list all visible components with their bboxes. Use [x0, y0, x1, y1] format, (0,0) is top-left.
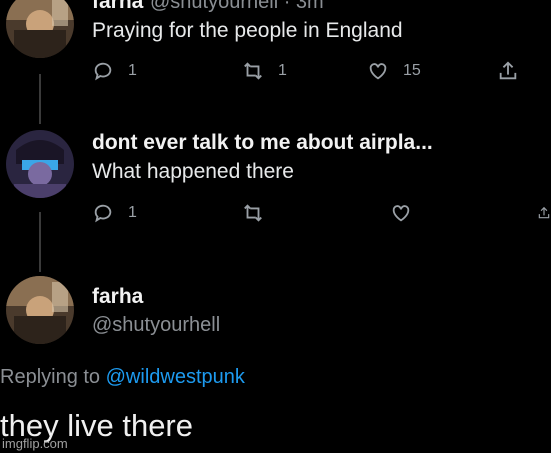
tweet-actions: 1 1 15 — [92, 60, 532, 88]
like-button[interactable]: 15 — [367, 60, 421, 82]
retweet-button[interactable]: 1 — [242, 60, 287, 82]
focused-author[interactable]: farha — [92, 285, 143, 309]
share-button[interactable] — [537, 202, 551, 224]
reply-icon — [94, 204, 112, 223]
reply-button[interactable]: 1 — [92, 202, 137, 224]
tweet-author[interactable]: farha — [92, 0, 143, 14]
like-count: 15 — [403, 62, 421, 79]
retweet-button[interactable] — [242, 202, 264, 224]
retweet-icon — [244, 204, 262, 222]
tweet-text: Praying for the people in England — [92, 19, 403, 42]
share-icon — [499, 61, 517, 80]
reply-icon — [94, 62, 112, 81]
focused-handle[interactable]: @shutyourhell — [92, 314, 220, 337]
tweet-handle[interactable]: @shutyourhell · 3m — [150, 0, 324, 14]
replying-to: Replying to @wildwestpunk — [0, 366, 245, 389]
watermark: imgflip.com — [2, 436, 68, 451]
avatar[interactable] — [6, 0, 74, 58]
tweet-text: What happened there — [92, 160, 294, 183]
avatar[interactable] — [6, 276, 74, 344]
retweet-icon — [244, 62, 262, 80]
like-icon — [369, 63, 387, 80]
share-icon — [538, 206, 550, 219]
thread-line — [39, 212, 41, 272]
reply-button[interactable]: 1 — [92, 60, 137, 82]
replying-to-link[interactable]: @wildwestpunk — [106, 366, 245, 388]
replying-prefix: Replying to — [0, 366, 106, 388]
avatar[interactable] — [6, 130, 74, 198]
tweet-actions: 1 — [92, 202, 551, 230]
like-button[interactable] — [390, 202, 412, 224]
thread-line — [39, 74, 41, 124]
like-icon — [392, 205, 410, 222]
retweet-count: 1 — [278, 62, 287, 79]
reply-count: 1 — [128, 204, 137, 221]
reply-count: 1 — [128, 62, 137, 79]
tweet-author[interactable]: dont ever talk to me about airpla... — [92, 131, 433, 155]
share-button[interactable] — [497, 60, 519, 82]
